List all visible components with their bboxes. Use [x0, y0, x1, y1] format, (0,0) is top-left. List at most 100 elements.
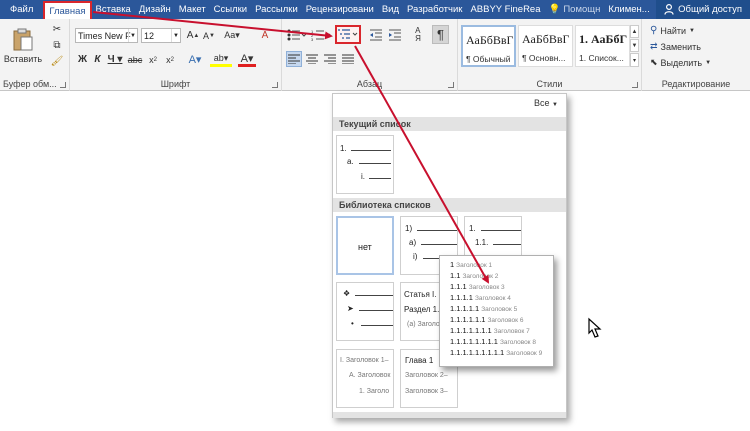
preview-heading: Заголовок 3 — [468, 284, 505, 291]
paragraph-group: 123 АЯ ¶ Абзац — [282, 19, 458, 91]
superscript-button[interactable]: x2 — [163, 52, 177, 67]
tab-mailings[interactable]: Рассылки — [251, 0, 302, 19]
numbered-list-icon: 123 — [311, 29, 331, 41]
tab-developer[interactable]: Разработчик — [403, 0, 466, 19]
style-normal[interactable]: АаБбВвГ ¶ Обычный — [461, 25, 516, 67]
highlight-color-button[interactable]: ab▾ — [210, 52, 232, 67]
font-name-combo[interactable]: Times New F ▼ — [75, 28, 138, 43]
tab-file[interactable]: Файл — [0, 0, 43, 19]
tab-help[interactable]: 💡 Помощн — [545, 0, 605, 19]
select-button[interactable]: ⬉ Выделить ▼ — [650, 56, 711, 69]
multilevel-list-button[interactable] — [335, 25, 361, 44]
svg-text:3: 3 — [311, 37, 314, 41]
find-button[interactable]: ⚲ Найти ▼ — [650, 24, 695, 37]
preview-row: 1.1.1.1.1.1.1 Заголовок 7 — [450, 326, 530, 335]
gallery-filter-dropdown[interactable]: Все ▼ — [534, 98, 558, 108]
select-label: Выделить — [660, 57, 703, 68]
paragraph-launcher-icon[interactable] — [448, 82, 454, 88]
italic-button[interactable]: К — [91, 52, 104, 67]
card-item-label: 1) — [405, 224, 413, 233]
increase-indent-button[interactable] — [387, 27, 403, 43]
heading-numbering-preview[interactable]: 1 Заголовок 1 1.1 Заголовок 2 1.1.1 Заголов… — [439, 255, 602, 367]
preview-row: 1.1.1.1 Заголовок 4 — [450, 293, 511, 302]
mouse-pointer-icon — [588, 317, 602, 338]
grow-font-button[interactable]: A ▲ — [186, 28, 200, 43]
card-item-label: (a) Заголо — [407, 321, 440, 328]
align-left-button[interactable] — [286, 51, 302, 67]
chevron-down-icon: ▼ — [128, 29, 137, 42]
align-right-icon — [324, 54, 336, 64]
tab-insert[interactable]: Вставка — [92, 0, 135, 19]
list-none-card[interactable]: нет — [336, 216, 394, 275]
numbering-button[interactable]: 123 — [310, 27, 332, 43]
list-roman-heading-card[interactable]: I. Заголовок 1– A. Заголовок 1. Заголо — [336, 349, 394, 408]
show-marks-button[interactable]: ¶ — [432, 25, 449, 44]
clipboard-launcher-icon[interactable] — [60, 82, 66, 88]
clear-formatting-icon[interactable]: A — [258, 28, 272, 43]
tab-layout[interactable]: Макет — [175, 0, 210, 19]
share-button[interactable]: Общий доступ — [656, 0, 750, 19]
styles-launcher-icon[interactable] — [632, 82, 638, 88]
style-preview: АаБбВвГ — [522, 32, 570, 46]
font-size-combo[interactable]: 12 ▼ — [141, 28, 181, 43]
font-group-label: Шрифт — [160, 79, 191, 89]
font-group: Times New F ▼ 12 ▼ A ▲ A ▼ Aa▾ A Ж К Ч ▾ abc… — [70, 19, 282, 91]
tab-home[interactable]: Главная — [43, 1, 92, 19]
preview-number: 1.1.1.1.1.1.1.1 — [450, 337, 498, 346]
paste-button[interactable]: Вставить — [4, 22, 42, 70]
tab-review[interactable]: Рецензировани — [302, 0, 378, 19]
decrease-indent-button[interactable] — [368, 27, 384, 43]
bullets-button[interactable] — [286, 27, 308, 43]
style-list[interactable]: 1. АаБбГ 1. Список... — [575, 25, 630, 67]
tab-account[interactable]: Климен... — [604, 0, 653, 19]
align-center-button[interactable] — [304, 51, 320, 67]
preview-row: 1.1.1.1.1 Заголовок 5 — [450, 304, 517, 313]
replace-icon: ⇄ — [650, 41, 658, 51]
tab-design[interactable]: Дизайн — [135, 0, 175, 19]
font-launcher-icon[interactable] — [272, 82, 278, 88]
preview-number: 1.1.1.1.1.1 — [450, 315, 486, 324]
bold-button[interactable]: Ж — [76, 52, 89, 67]
align-left-icon — [288, 54, 300, 64]
cut-icon[interactable]: ✂ — [50, 22, 64, 36]
list-bullets-card[interactable]: ❖ ➤ • — [336, 282, 394, 341]
card-item-label: a. — [347, 157, 354, 166]
card-item-label: 1. — [340, 144, 347, 153]
change-case-button[interactable]: Aa▾ — [222, 28, 242, 43]
font-color-button[interactable]: A▾ — [238, 52, 256, 67]
current-list-section-title: Текущий список — [333, 117, 566, 131]
multilevel-list-icon — [338, 29, 358, 39]
chevron-down-icon: ▼ — [171, 29, 180, 42]
align-right-button[interactable] — [322, 51, 338, 67]
current-list-card[interactable]: 1. a. i. — [336, 135, 394, 194]
subscript-button[interactable]: x2 — [146, 52, 160, 67]
card-item-label: ➤ — [347, 304, 354, 313]
styles-more-icon[interactable]: ▾ — [630, 53, 639, 67]
styles-scroll-down-icon[interactable]: ▼ — [630, 39, 639, 52]
card-line — [361, 325, 393, 326]
justify-button[interactable] — [340, 51, 356, 67]
underline-button[interactable]: Ч ▾ — [106, 52, 124, 67]
sort-button[interactable]: АЯ — [410, 27, 426, 43]
ribbon-tab-bar: Файл Главная Вставка Дизайн Макет Ссылки… — [0, 0, 750, 19]
shrink-font-button[interactable]: A ▼ — [202, 28, 216, 43]
card-item-label: I. Заголовок 1– — [340, 357, 389, 364]
gallery-bottom-divider — [333, 412, 566, 418]
style-name: 1. Список... — [579, 53, 624, 63]
copy-icon[interactable]: ⧉ — [50, 38, 64, 52]
styles-scroll-up-icon[interactable]: ▲ — [630, 25, 639, 38]
tab-abbyy[interactable]: ABBYY FineRea — [466, 0, 544, 19]
preview-heading: Заголовок 9 — [506, 350, 543, 357]
text-effects-button[interactable]: A▾ — [186, 52, 204, 67]
replace-button[interactable]: ⇄ Заменить — [650, 40, 701, 53]
cursor-icon: ⬉ — [650, 57, 658, 67]
preview-heading: Заголовок 5 — [481, 306, 518, 313]
tab-view[interactable]: Вид — [378, 0, 403, 19]
strikethrough-button[interactable]: abc — [128, 52, 143, 67]
tab-references[interactable]: Ссылки — [210, 0, 251, 19]
card-item-label: 1. — [469, 224, 476, 233]
format-painter-icon[interactable]: 🖌 — [50, 54, 64, 68]
search-icon: ⚲ — [650, 25, 658, 36]
preview-number: 1.1.1.1.1.1.1 — [450, 326, 492, 335]
style-body-text[interactable]: АаБбВвГ ¶ Основн... — [518, 25, 573, 67]
